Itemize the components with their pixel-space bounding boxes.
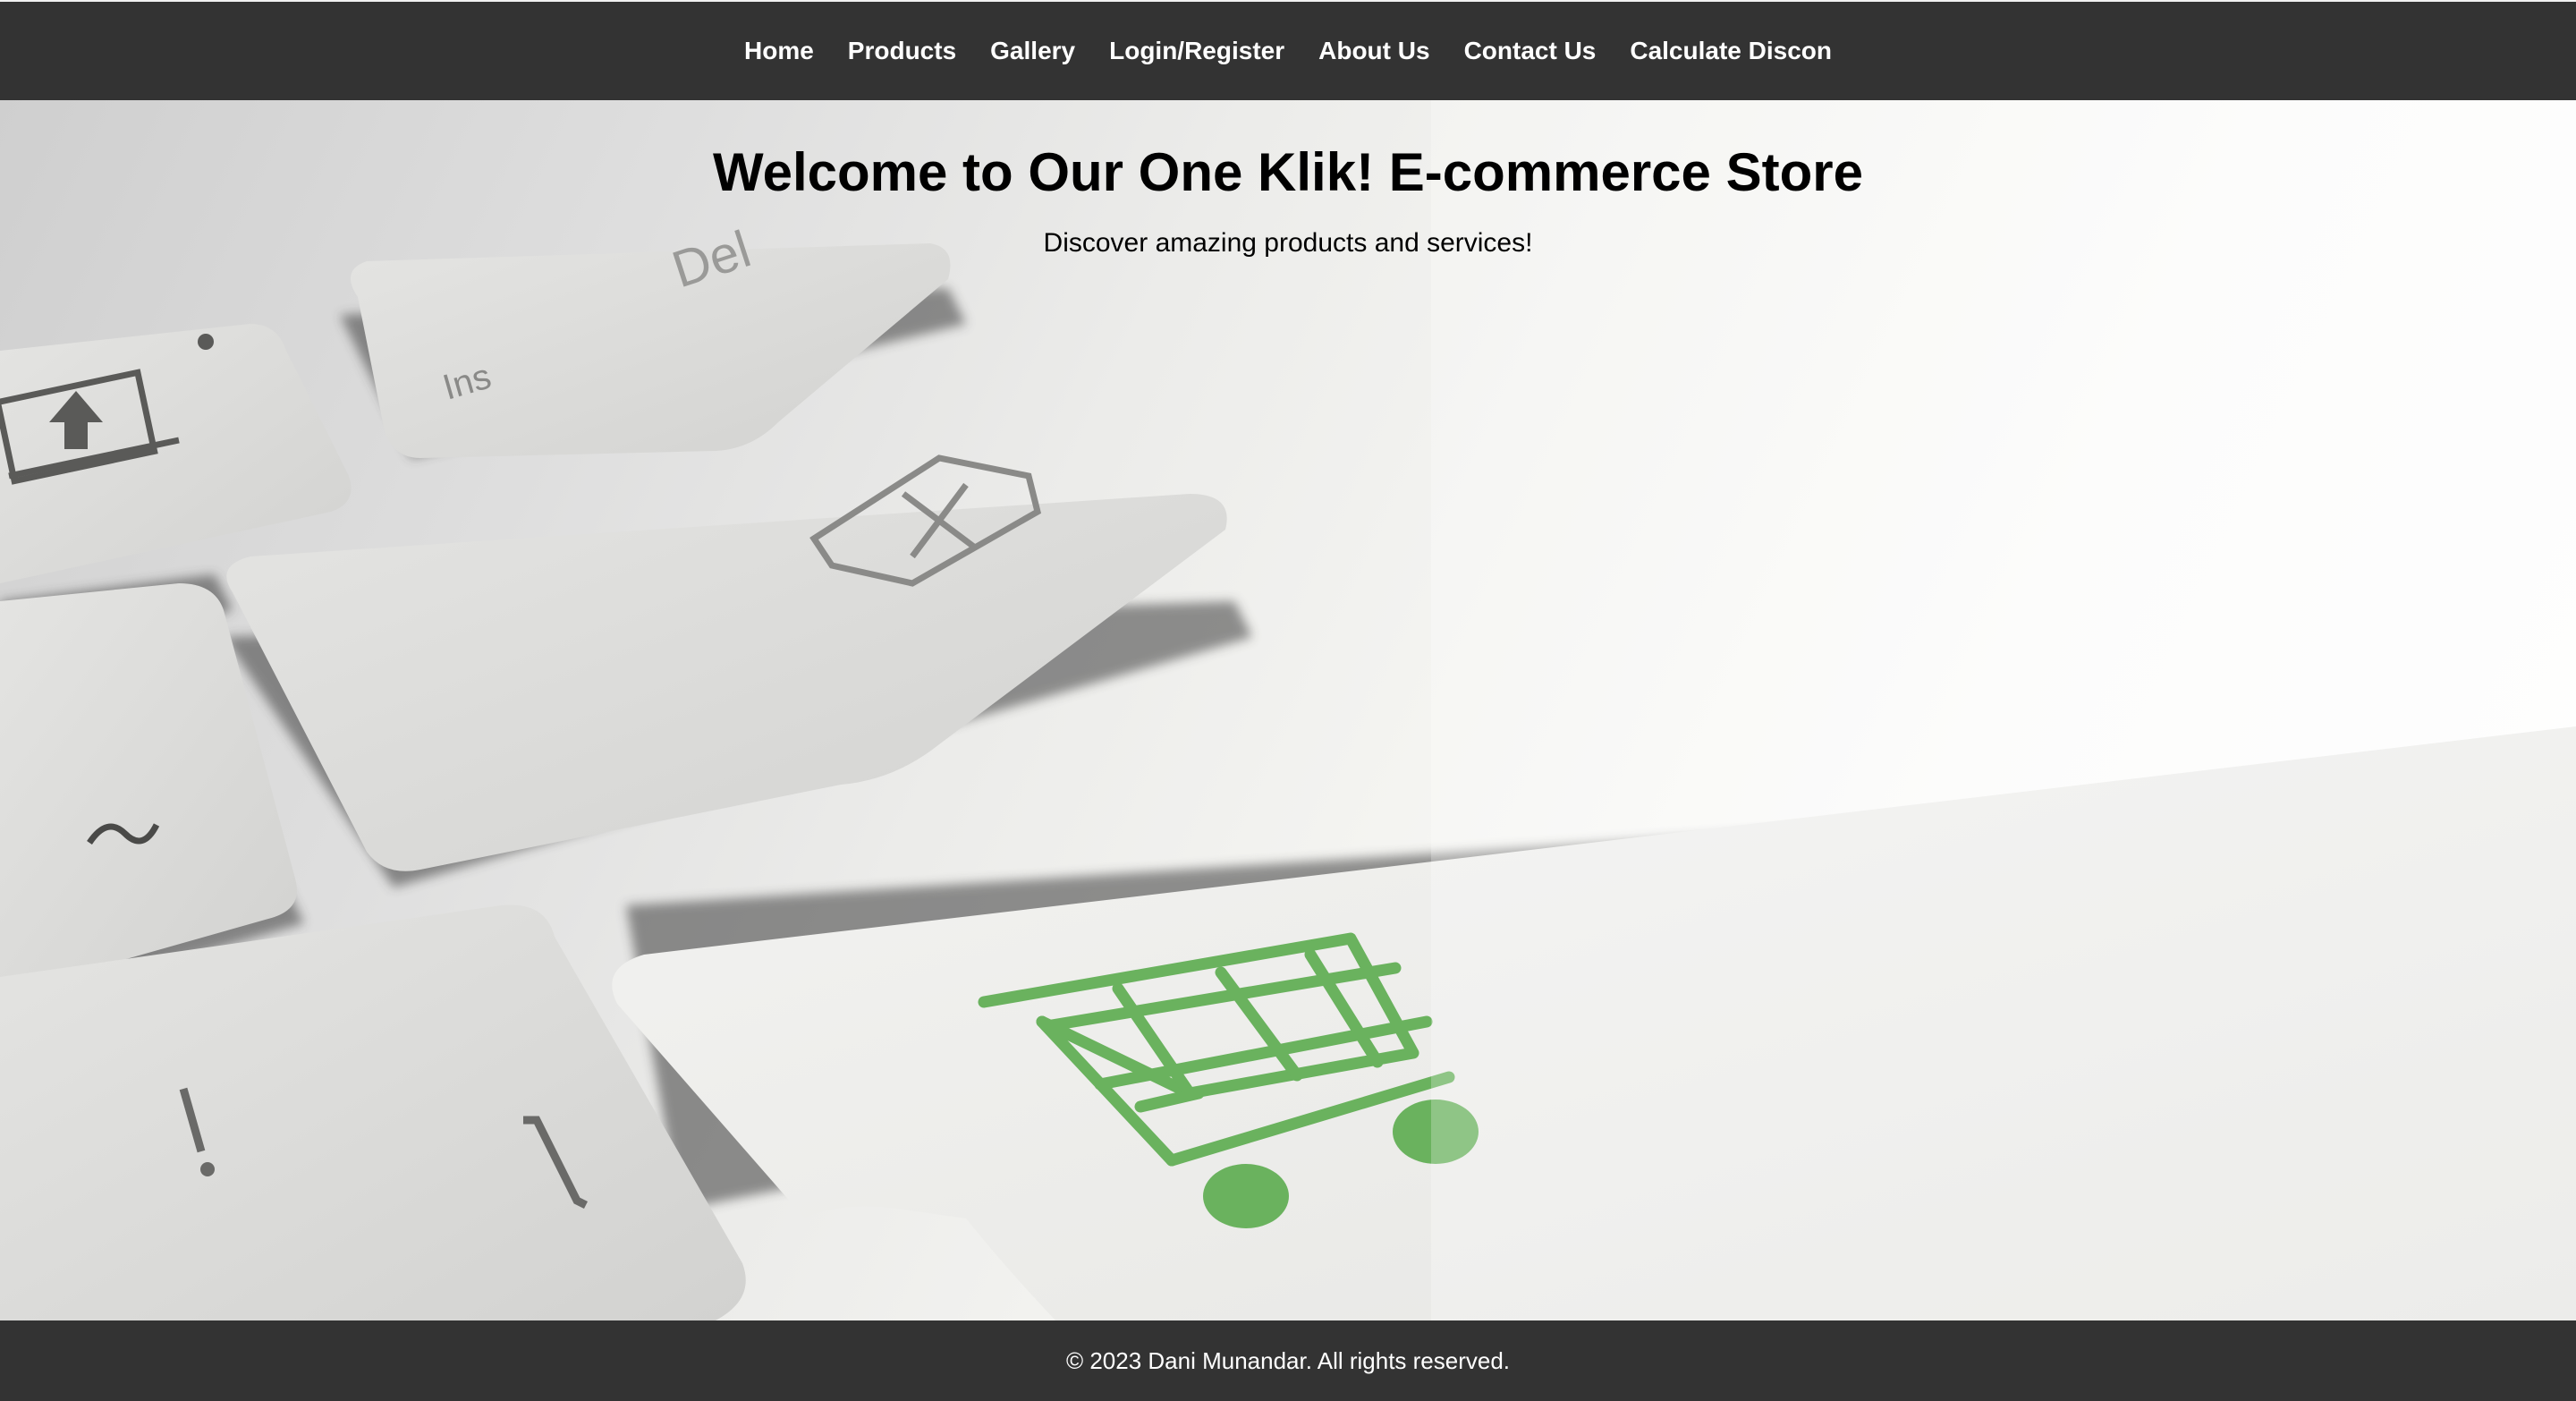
nav-contact-us-link[interactable]: Contact Us bbox=[1464, 37, 1597, 65]
hero-subtitle: Discover amazing products and services! bbox=[1043, 228, 1533, 258]
upload-key bbox=[0, 324, 352, 583]
hero-background-image: Del Ins bbox=[0, 100, 2576, 1320]
nav-about-us-link[interactable]: About Us bbox=[1318, 37, 1429, 65]
hero-title: Welcome to Our One Klik! E-commerce Stor… bbox=[713, 142, 1863, 202]
nav-calculate-discount-link[interactable]: Calculate Discon bbox=[1630, 37, 1832, 65]
nav-home-link[interactable]: Home bbox=[744, 37, 814, 65]
top-navigation: Home Products Gallery Login/Register Abo… bbox=[0, 0, 2576, 100]
nav-products-link[interactable]: Products bbox=[848, 37, 956, 65]
nav-gallery-link[interactable]: Gallery bbox=[990, 37, 1075, 65]
footer-copyright: © 2023 Dani Munandar. All rights reserve… bbox=[1065, 1346, 1511, 1374]
footer: © 2023 Dani Munandar. All rights reserve… bbox=[0, 1320, 2576, 1401]
page: Home Products Gallery Login/Register Abo… bbox=[0, 0, 2576, 1401]
hero-section: Del Ins Welcome to Our One Klik! E-comme… bbox=[0, 100, 2576, 1320]
nav-login-register-link[interactable]: Login/Register bbox=[1109, 37, 1284, 65]
